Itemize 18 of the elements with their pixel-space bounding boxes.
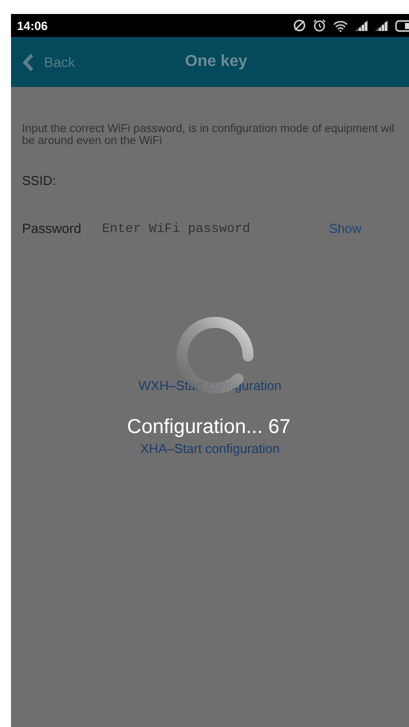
clock-time: 14:06 [17, 18, 48, 34]
alarm-icon [313, 19, 326, 32]
ssid-label: SSID: [22, 172, 56, 190]
back-chevron-icon [22, 52, 34, 72]
password-label: Password [22, 220, 82, 238]
progress-text: Configuration... 67 [127, 415, 290, 440]
instruction-text: Input the correct WiFi password, is in configuration mode of equipment wil [22, 123, 396, 135]
do-not-disturb-icon [293, 19, 306, 32]
instruction-text: be around even on the WiFi [22, 135, 163, 147]
password-field[interactable]: Enter WiFi password [102, 218, 302, 238]
signal-icon [375, 20, 388, 31]
battery-icon [395, 20, 409, 32]
wifi-icon [333, 20, 348, 32]
show-password-button[interactable]: Show [329, 218, 362, 238]
page-title: One key [185, 52, 248, 72]
start-configuration-button[interactable]: XHA–Start configuration [140, 439, 280, 459]
signal-icon [355, 20, 368, 31]
back-button[interactable]: Back [11, 52, 76, 72]
